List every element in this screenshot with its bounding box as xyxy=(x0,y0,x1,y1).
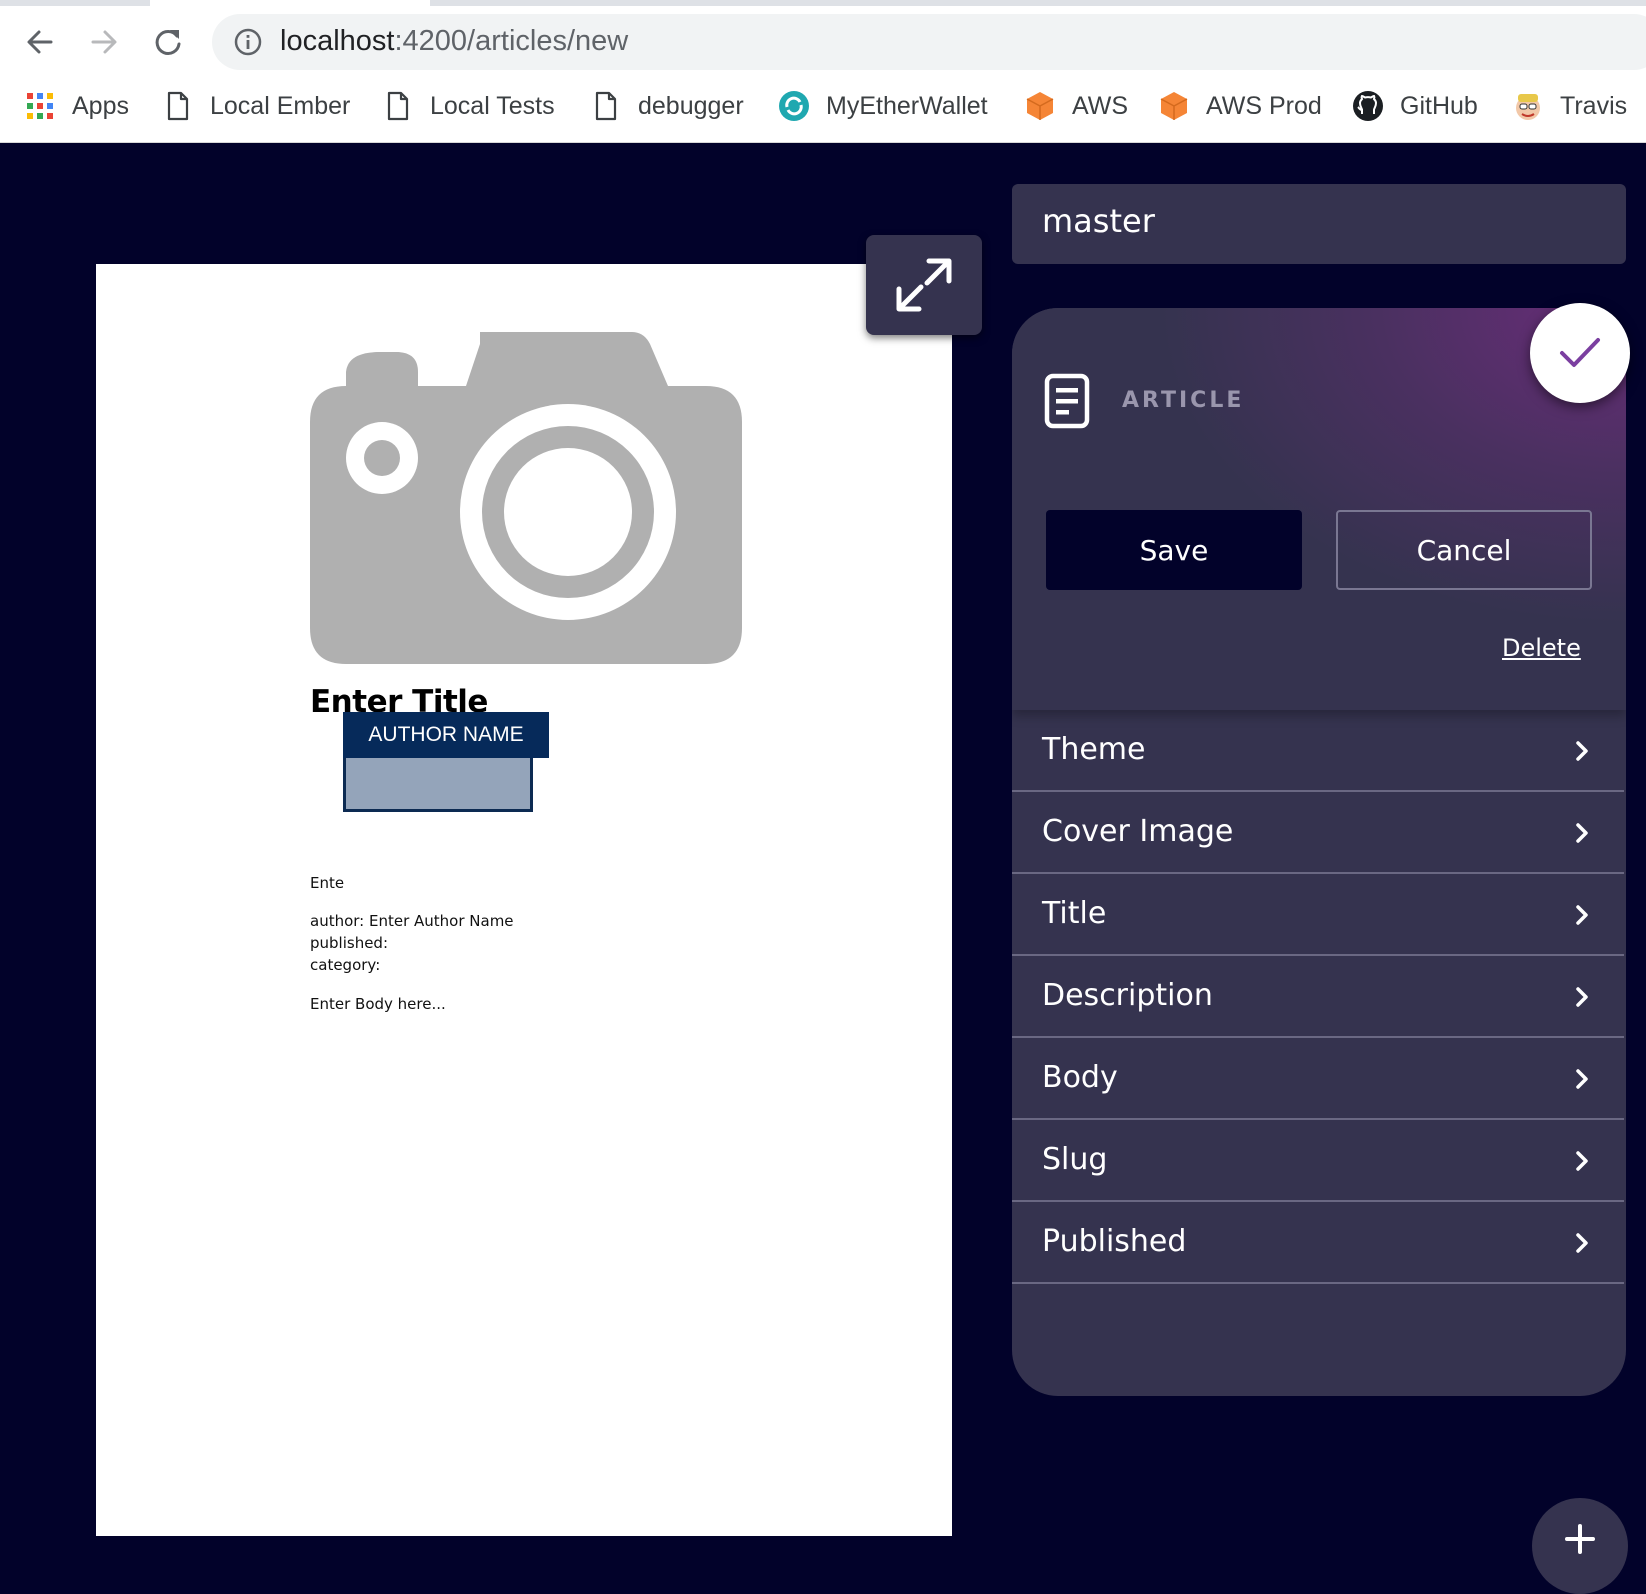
url-host: localhost xyxy=(280,25,395,57)
menu-item-published[interactable]: Published xyxy=(1012,1202,1624,1284)
github-icon xyxy=(1352,90,1384,122)
back-button[interactable] xyxy=(18,20,62,64)
tab-strip xyxy=(0,0,1646,6)
bookmark-label: MyEtherWallet xyxy=(826,91,988,120)
menu-item-label: Slug xyxy=(1042,1142,1108,1177)
plus-icon xyxy=(1565,1524,1595,1554)
bookmark-label: Local Ember xyxy=(210,91,351,120)
branch-name: master xyxy=(1042,202,1155,240)
menu-item-label: Theme xyxy=(1042,732,1146,767)
menu-item-label: Body xyxy=(1042,1060,1118,1095)
bookmarks-bar: Apps Local Ember Local Tests debugger My… xyxy=(0,82,1646,130)
article-description-text[interactable]: Ente xyxy=(310,874,344,892)
save-button[interactable]: Save xyxy=(1046,510,1302,590)
page-icon xyxy=(382,90,414,122)
page-icon xyxy=(162,90,194,122)
bookmark-apps[interactable]: Apps xyxy=(24,86,129,126)
bookmark-aws-prod[interactable]: AWS Prod xyxy=(1158,86,1322,126)
chevron-right-icon xyxy=(1576,1233,1588,1253)
bookmark-label: AWS Prod xyxy=(1206,91,1322,120)
bookmark-travis[interactable]: Travis xyxy=(1512,86,1627,126)
bookmark-label: debugger xyxy=(638,91,744,120)
bookmark-local-tests[interactable]: Local Tests xyxy=(382,86,555,126)
page-icon xyxy=(590,90,622,122)
menu-item-label: Cover Image xyxy=(1042,814,1234,849)
chevron-right-icon xyxy=(1576,905,1588,925)
menu-item-body[interactable]: Body xyxy=(1012,1038,1624,1120)
menu-item-label: Title xyxy=(1042,896,1107,931)
bookmark-label: GitHub xyxy=(1400,91,1478,120)
url-path: :4200/articles/new xyxy=(394,25,629,57)
branch-selector[interactable]: master xyxy=(1012,184,1626,264)
myetherwallet-icon xyxy=(778,90,810,122)
field-menu: Theme Cover Image Title Description Body… xyxy=(1012,710,1626,1284)
article-published-line: published: xyxy=(310,934,389,952)
author-name-tag: AUTHOR NAME xyxy=(343,712,549,758)
bookmark-aws[interactable]: AWS xyxy=(1024,86,1128,126)
reload-icon xyxy=(155,29,181,55)
forward-button[interactable] xyxy=(82,20,126,64)
aws-cube-icon xyxy=(1158,90,1190,122)
expand-preview-button[interactable] xyxy=(866,235,982,335)
expand-icon xyxy=(896,258,952,312)
chevron-right-icon xyxy=(1576,1151,1588,1171)
article-body[interactable]: Enter Body here... xyxy=(310,995,446,1013)
menu-item-cover-image[interactable]: Cover Image xyxy=(1012,792,1624,874)
address-bar[interactable]: localhost:4200/articles/new xyxy=(212,14,1646,70)
checkmark-icon xyxy=(1560,338,1600,367)
bookmark-label: Travis xyxy=(1560,91,1628,120)
article-author-line[interactable]: author: Enter Author Name xyxy=(310,912,514,930)
add-fab-button[interactable] xyxy=(1532,1498,1628,1594)
active-tab[interactable] xyxy=(150,0,430,6)
url-text[interactable]: localhost:4200/articles/new xyxy=(280,25,628,58)
bookmark-myetherwallet[interactable]: MyEtherWallet xyxy=(778,86,988,126)
article-preview: Enter Title Ente author: Enter Author Na… xyxy=(96,264,952,1536)
back-arrow-icon xyxy=(27,30,53,54)
bookmark-label: Local Tests xyxy=(430,91,555,120)
apps-grid-icon xyxy=(24,90,56,122)
chevron-right-icon xyxy=(1576,987,1588,1007)
chevron-right-icon xyxy=(1576,1069,1588,1089)
menu-item-title[interactable]: Title xyxy=(1012,874,1624,956)
article-category-line: category: xyxy=(310,956,381,974)
reload-button[interactable] xyxy=(146,20,190,64)
bookmark-debugger[interactable]: debugger xyxy=(590,86,744,126)
travis-icon xyxy=(1512,90,1544,122)
menu-item-theme[interactable]: Theme xyxy=(1012,710,1624,792)
confirm-fab-button[interactable] xyxy=(1530,303,1630,403)
camera-placeholder-icon[interactable] xyxy=(310,332,742,664)
browser-chrome: localhost:4200/articles/new Apps Local E… xyxy=(0,0,1646,143)
info-icon[interactable] xyxy=(234,28,262,56)
delete-link[interactable]: Delete xyxy=(1502,634,1581,662)
forward-arrow-icon xyxy=(91,30,117,54)
menu-item-description[interactable]: Description xyxy=(1012,956,1624,1038)
menu-item-label: Published xyxy=(1042,1224,1187,1259)
bookmark-github[interactable]: GitHub xyxy=(1352,86,1478,126)
app-canvas: Enter Title Ente author: Enter Author Na… xyxy=(0,143,1646,1594)
chevron-right-icon xyxy=(1576,823,1588,843)
bookmark-local-ember[interactable]: Local Ember xyxy=(162,86,350,126)
editor-panel: ARTICLE Save Cancel Delete Theme Cover I… xyxy=(1012,308,1626,1396)
cancel-button[interactable]: Cancel xyxy=(1336,510,1592,590)
bookmark-label: Apps xyxy=(72,91,129,120)
aws-cube-icon xyxy=(1024,90,1056,122)
menu-item-slug[interactable]: Slug xyxy=(1012,1120,1624,1202)
bookmark-label: AWS xyxy=(1072,91,1129,120)
document-icon xyxy=(1044,373,1090,429)
chevron-right-icon xyxy=(1576,741,1588,761)
content-type-label: ARTICLE xyxy=(1122,388,1245,413)
menu-item-label: Description xyxy=(1042,978,1213,1013)
